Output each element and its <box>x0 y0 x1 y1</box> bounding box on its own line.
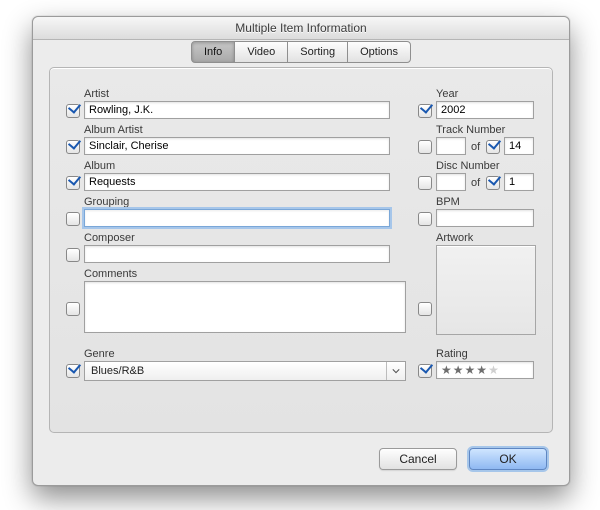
label-artwork: Artwork <box>436 232 473 244</box>
check-year[interactable] <box>418 104 432 118</box>
input-album[interactable] <box>84 173 390 191</box>
select-genre-value: Blues/R&B <box>91 362 383 380</box>
tab-video[interactable]: Video <box>234 41 288 63</box>
label-album: Album <box>84 160 115 172</box>
input-bpm[interactable] <box>436 209 534 227</box>
label-artist: Artist <box>84 88 109 100</box>
input-disc-total[interactable] <box>504 173 534 191</box>
tab-bar: InfoVideoSortingOptions <box>49 41 553 63</box>
label-disc-number: Disc Number <box>436 160 500 172</box>
check-album[interactable] <box>66 176 80 190</box>
input-comments[interactable] <box>84 281 406 333</box>
star-icon: ★ <box>476 364 487 376</box>
star-icon: ★ <box>465 364 476 376</box>
check-album-artist[interactable] <box>66 140 80 154</box>
check-artist[interactable] <box>66 104 80 118</box>
form: Artist Album Artist Album Grouping Compo… <box>66 88 536 418</box>
ok-button[interactable]: OK <box>469 448 547 470</box>
tab-info[interactable]: Info <box>191 41 235 63</box>
label-grouping: Grouping <box>84 196 129 208</box>
label-composer: Composer <box>84 232 135 244</box>
check-bpm[interactable] <box>418 212 432 226</box>
label-genre: Genre <box>84 348 115 360</box>
check-track-total[interactable] <box>486 140 500 154</box>
input-artist[interactable] <box>84 101 390 119</box>
check-artwork[interactable] <box>418 302 432 316</box>
input-album-artist[interactable] <box>84 137 390 155</box>
check-track-number[interactable] <box>418 140 432 154</box>
input-composer[interactable] <box>84 245 390 263</box>
input-track-number[interactable] <box>436 137 466 155</box>
label-rating: Rating <box>436 348 468 360</box>
tab-pane-info: Artist Album Artist Album Grouping Compo… <box>49 67 553 433</box>
rating-control[interactable]: ★ ★ ★ ★ ★ <box>436 361 534 379</box>
dialog-window: Multiple Item Information InfoVideoSorti… <box>32 16 570 486</box>
star-icon: ★ <box>441 364 452 376</box>
input-year[interactable] <box>436 101 534 119</box>
dialog-footer: Cancel OK <box>33 433 569 485</box>
input-disc-number[interactable] <box>436 173 466 191</box>
artwork-well[interactable] <box>436 245 536 335</box>
select-genre[interactable]: Blues/R&B <box>84 361 406 381</box>
input-grouping[interactable] <box>84 209 390 227</box>
tab-sorting[interactable]: Sorting <box>287 41 348 63</box>
window-title: Multiple Item Information <box>33 17 569 40</box>
label-comments: Comments <box>84 268 137 280</box>
label-disc-of: of <box>471 177 480 189</box>
cancel-button[interactable]: Cancel <box>379 448 457 470</box>
label-album-artist: Album Artist <box>84 124 143 136</box>
chevron-down-icon <box>386 362 405 380</box>
star-icon: ★ <box>453 364 464 376</box>
input-track-total[interactable] <box>504 137 534 155</box>
label-track-number: Track Number <box>436 124 505 136</box>
check-rating[interactable] <box>418 364 432 378</box>
check-grouping[interactable] <box>66 212 80 226</box>
star-icon: ★ <box>488 364 499 376</box>
label-year: Year <box>436 88 458 100</box>
check-composer[interactable] <box>66 248 80 262</box>
check-disc-total[interactable] <box>486 176 500 190</box>
label-bpm: BPM <box>436 196 460 208</box>
check-disc-number[interactable] <box>418 176 432 190</box>
check-comments[interactable] <box>66 302 80 316</box>
check-genre[interactable] <box>66 364 80 378</box>
tab-options[interactable]: Options <box>347 41 411 63</box>
content-area: InfoVideoSortingOptions Artist Album Art… <box>49 53 553 433</box>
label-track-of: of <box>471 141 480 153</box>
